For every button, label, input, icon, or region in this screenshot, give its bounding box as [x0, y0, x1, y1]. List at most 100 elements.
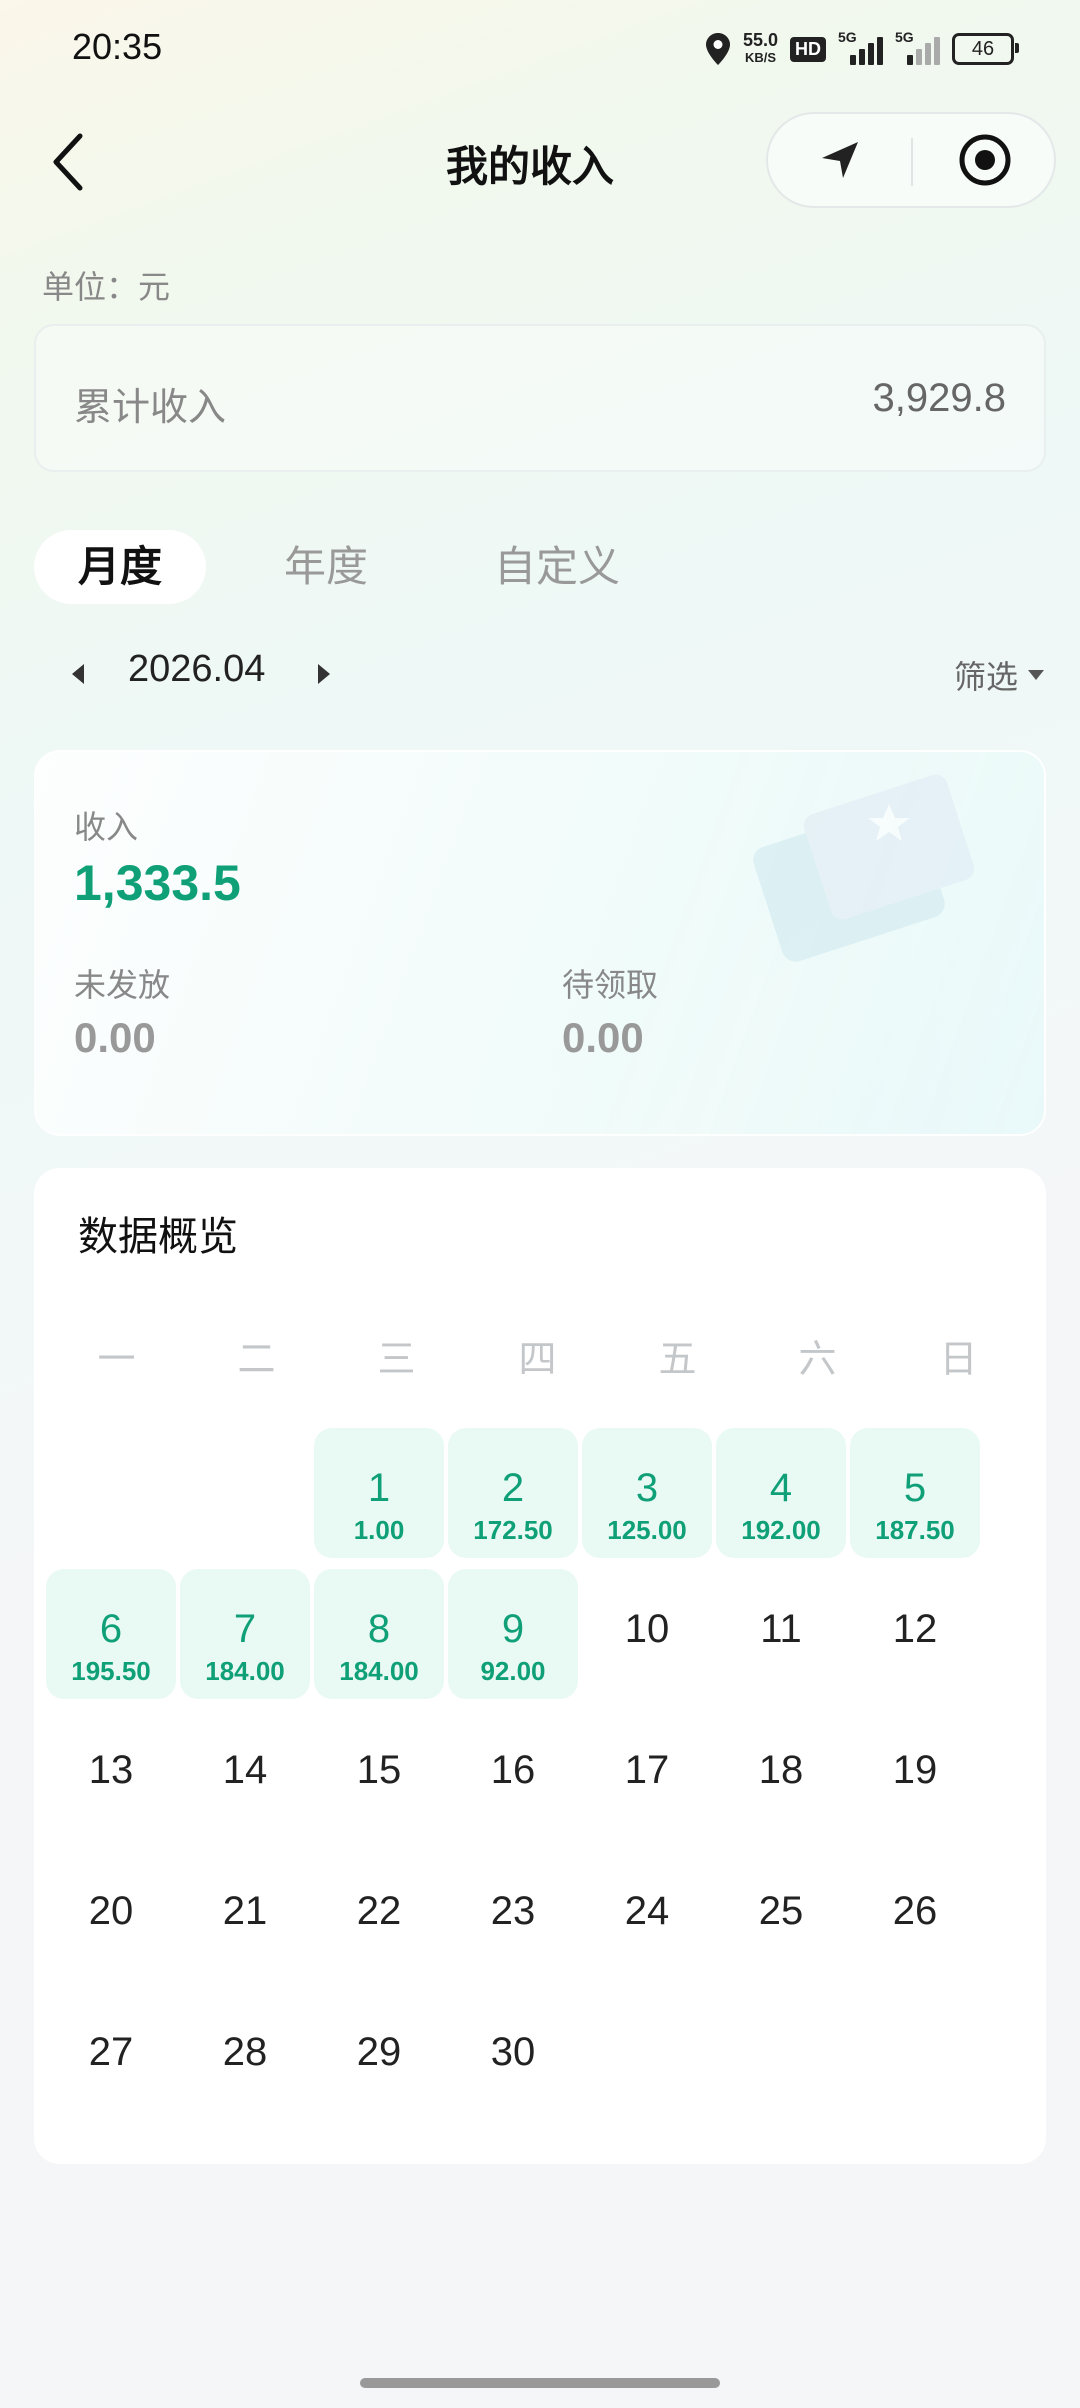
home-indicator	[360, 2378, 720, 2388]
total-income-card: 累计收入 3,929.8	[34, 324, 1046, 472]
calendar-day-amount: 195.50	[71, 1656, 151, 1686]
calendar-day-number: 7	[233, 1607, 257, 1651]
calendar-day[interactable]: 1 1.00	[314, 1428, 444, 1558]
current-month: 2026.04	[128, 648, 266, 690]
network-speed: 55.0 KB/S	[742, 30, 778, 66]
calendar-day-number: 18	[758, 1748, 804, 1792]
income-value: 1,333.5	[74, 855, 241, 911]
income-label: 收入	[74, 808, 139, 846]
calendar-day-amount: 184.00	[205, 1656, 285, 1686]
unit-label: 单位：元	[42, 268, 171, 306]
calendar-day[interactable]: 28	[180, 1992, 310, 2122]
calendar-day[interactable]: 13	[46, 1710, 176, 1840]
calendar-day-number: 6	[99, 1607, 123, 1651]
weekday-header: 五	[658, 1337, 697, 1381]
calendar-day-number: 30	[490, 2030, 536, 2074]
calendar-day[interactable]: 3 125.00	[582, 1428, 712, 1558]
calendar-day-number: 26	[892, 1889, 938, 1933]
calendar-day-number: 27	[88, 2030, 134, 2074]
calendar-day-number: 4	[769, 1466, 793, 1510]
calendar-day-number: 16	[490, 1748, 536, 1792]
calendar-day[interactable]: 5 187.50	[850, 1428, 980, 1558]
calendar-day-amount: 184.00	[339, 1656, 419, 1686]
calendar-day-number: 20	[88, 1889, 134, 1933]
unissued-value: 0.00	[74, 1014, 156, 1061]
calendar-day[interactable]: 19	[850, 1710, 980, 1840]
tab-yearly[interactable]: 年度	[284, 530, 368, 604]
calendar-day[interactable]: 12	[850, 1569, 980, 1699]
calendar-day-number: 19	[892, 1748, 938, 1792]
network-speed-value: 55.0	[742, 30, 778, 50]
calendar-day[interactable]: 10	[582, 1569, 712, 1699]
navigation-arrow-icon	[821, 142, 858, 178]
calendar-day-number: 15	[356, 1748, 402, 1792]
calendar-day-number: 12	[892, 1607, 938, 1651]
calendar-day-number: 14	[222, 1748, 268, 1792]
calendar-day[interactable]: 27	[46, 1992, 176, 2122]
signal-icon-sim1: 5G	[838, 29, 883, 65]
weekday-header: 六	[798, 1337, 837, 1381]
calendar-day[interactable]: 17	[582, 1710, 712, 1840]
calendar-day[interactable]: 16	[448, 1710, 578, 1840]
calendar-day[interactable]: 30	[448, 1992, 578, 2122]
overview-title: 数据概览	[78, 1214, 238, 1260]
location-icon	[705, 33, 730, 65]
pending-label: 待领取	[562, 966, 659, 1004]
share-button[interactable]	[768, 114, 911, 206]
calendar-day-number: 3	[635, 1466, 659, 1510]
hd-icon: HD	[790, 36, 826, 62]
total-income-value: 3,929.8	[872, 376, 1006, 420]
weekday-header: 二	[237, 1337, 276, 1381]
calendar-day[interactable]: 26	[850, 1851, 980, 1981]
calendar-day-number: 9	[501, 1607, 525, 1651]
calendar-day[interactable]: 8 184.00	[314, 1569, 444, 1699]
wallet-decoration-icon	[753, 774, 975, 962]
calendar-day[interactable]: 11	[716, 1569, 846, 1699]
calendar-day-number: 23	[490, 1889, 536, 1933]
tab-monthly[interactable]: 月度	[34, 530, 206, 604]
next-month-button[interactable]	[314, 660, 334, 688]
unissued-label: 未发放	[74, 966, 171, 1004]
caret-down-icon	[1028, 670, 1044, 680]
weekday-header: 四	[518, 1337, 557, 1381]
calendar-day-amount: 92.00	[480, 1656, 546, 1686]
weekday-header: 三	[377, 1337, 416, 1381]
calendar-day[interactable]: 2 172.50	[448, 1428, 578, 1558]
target-circle-icon	[959, 134, 1010, 186]
calendar-day[interactable]: 7 184.00	[180, 1569, 310, 1699]
calendar-day[interactable]: 20	[46, 1851, 176, 1981]
calendar-day-number: 1	[367, 1466, 391, 1510]
calendar-day[interactable]: 6 195.50	[46, 1569, 176, 1699]
calendar-day[interactable]: 24	[582, 1851, 712, 1981]
calendar-day[interactable]: 21	[180, 1851, 310, 1981]
calendar-day-amount: 172.50	[473, 1515, 553, 1545]
calendar-day[interactable]: 23	[448, 1851, 578, 1981]
calendar-day[interactable]: 25	[716, 1851, 846, 1981]
calendar-day[interactable]: 15	[314, 1710, 444, 1840]
calendar-day-amount: 1.00	[353, 1515, 405, 1545]
status-icons: 55.0 KB/S HD 5G 5G 46	[705, 26, 1019, 72]
signal-icon-sim2: 5G	[895, 29, 940, 65]
calendar-day-number: 13	[88, 1748, 134, 1792]
calendar-day[interactable]: 9 92.00	[448, 1569, 578, 1699]
calendar-day-amount: 125.00	[607, 1515, 687, 1545]
calendar-day[interactable]: 14	[180, 1710, 310, 1840]
close-button[interactable]	[913, 114, 1056, 206]
calendar-day[interactable]: 29	[314, 1992, 444, 2122]
calendar-day[interactable]: 22	[314, 1851, 444, 1981]
weekday-header: 一	[97, 1337, 136, 1381]
filter-label: 筛选	[953, 658, 1018, 696]
calendar-day[interactable]: 4 192.00	[716, 1428, 846, 1558]
filter-button[interactable]: 筛选	[954, 652, 1046, 698]
prev-month-button[interactable]	[68, 660, 88, 688]
calendar-day-number: 28	[222, 2030, 268, 2074]
data-overview-card: 数据概览 一 二 三 四 五 六 日 1 1.00 2 172.50 3 125.00 4 1…	[34, 1168, 1046, 2164]
income-summary-card: 收入 1,333.5 未发放 0.00 待领取 0.00	[34, 750, 1046, 1136]
calendar-day[interactable]: 18	[716, 1710, 846, 1840]
calendar-day-number: 25	[758, 1889, 804, 1933]
caret-left-icon	[72, 664, 84, 684]
status-time: 20:35	[72, 26, 163, 67]
tab-custom[interactable]: 自定义	[494, 530, 620, 604]
caret-right-icon	[318, 664, 330, 684]
battery-icon: 46	[952, 33, 1019, 65]
